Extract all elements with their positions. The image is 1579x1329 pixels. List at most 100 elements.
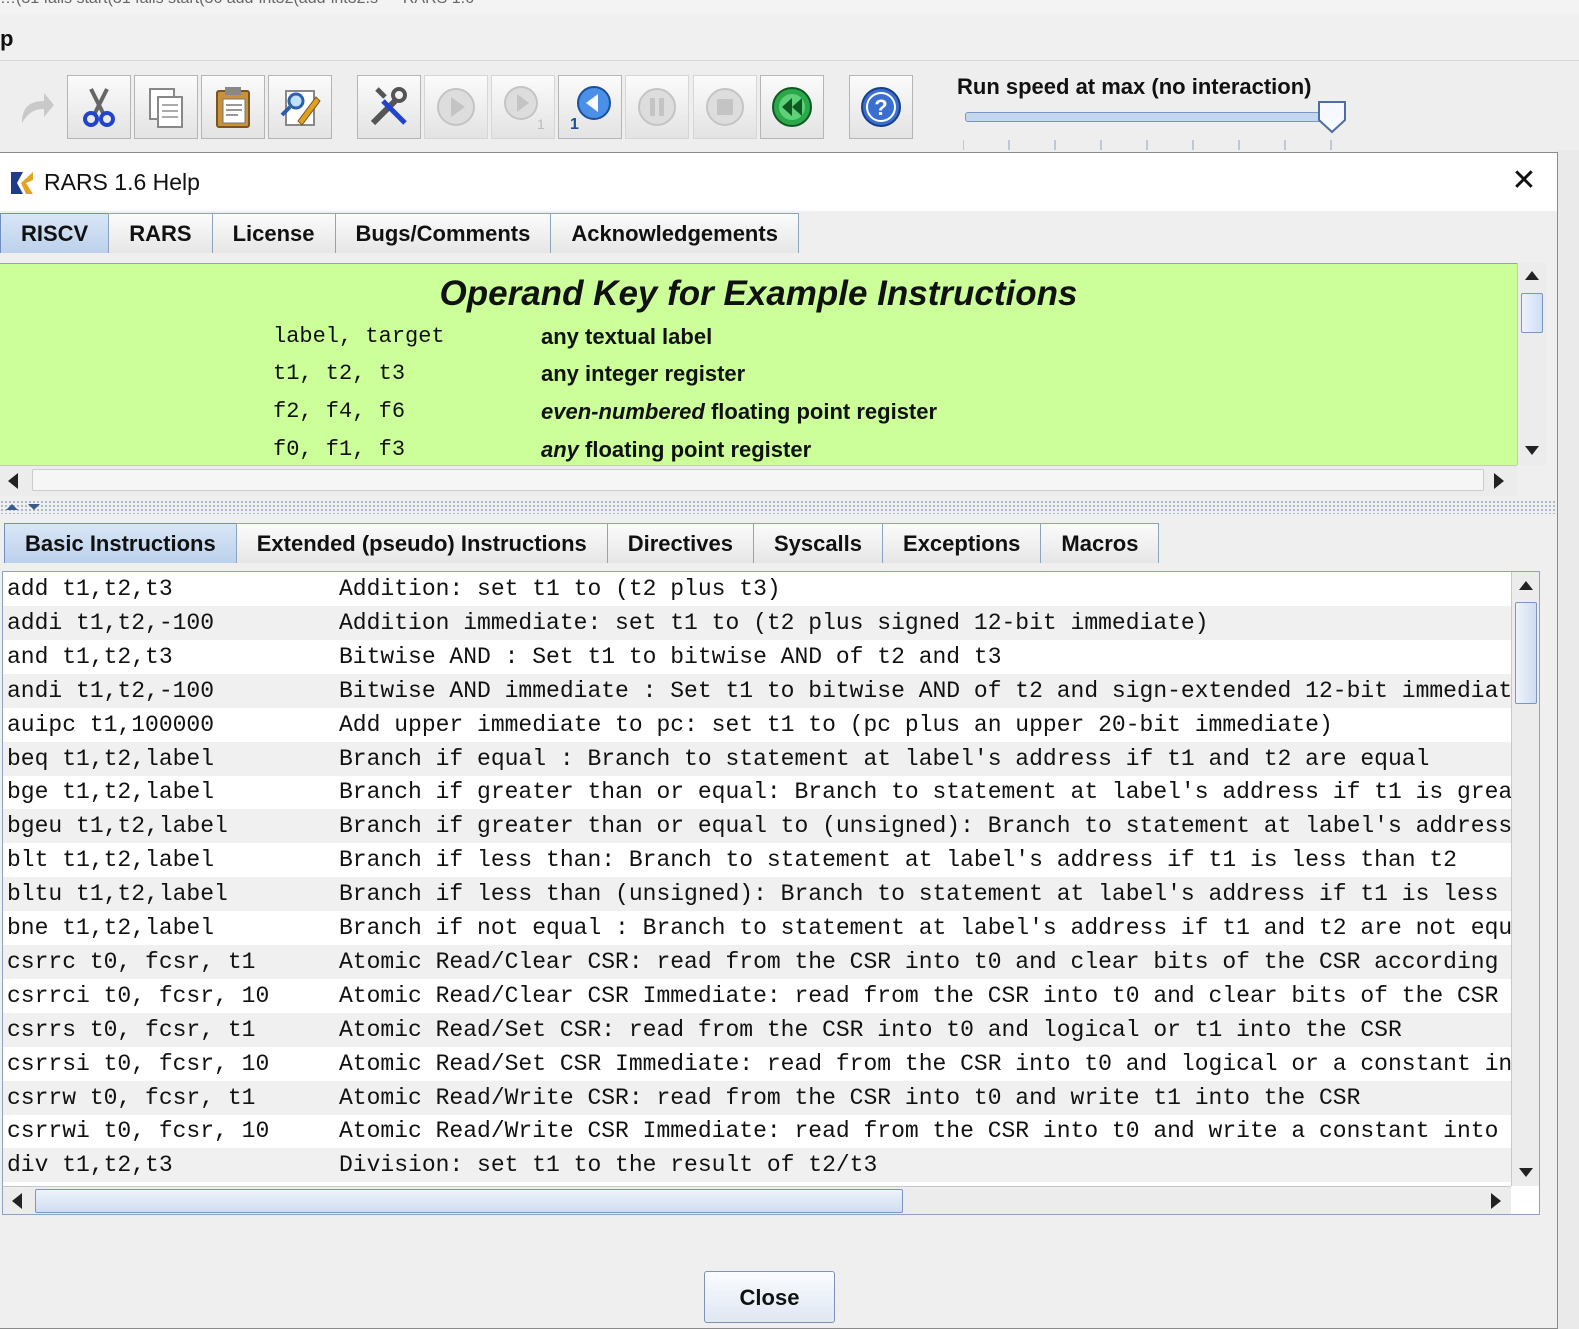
operand-key-hscrollbar[interactable] xyxy=(0,465,1517,496)
tab-extended-instructions[interactable]: Extended (pseudo) Instructions xyxy=(235,523,608,563)
instruction-tabs: Basic Instructions Extended (pseudo) Ins… xyxy=(4,523,1160,563)
assemble-icon[interactable] xyxy=(357,75,421,139)
instruction-row[interactable]: csrrci t0, fcsr, 10 Atomic Read/Clear CSR… xyxy=(3,979,1511,1013)
scroll-right-icon[interactable] xyxy=(1491,1193,1501,1209)
close-button[interactable]: Close xyxy=(704,1271,835,1323)
instruction-description: Atomic Read/Set CSR Immediate: read from… xyxy=(339,1050,1511,1077)
instruction-description: Atomic Read/Clear CSR Immediate: read fr… xyxy=(339,982,1499,1009)
instruction-list: add t1,t2,t3 Addition: set t1 to (t2 plus… xyxy=(2,571,1540,1215)
instruction-row[interactable]: csrrw t0, fcsr, t1 Atomic Read/Write CSR:… xyxy=(3,1080,1511,1115)
scroll-left-icon[interactable] xyxy=(8,473,18,489)
instruction-syntax: bgeu t1,t2,label xyxy=(7,813,228,840)
scroll-up-icon[interactable] xyxy=(1519,581,1533,590)
tab-acknowledgements[interactable]: Acknowledgements xyxy=(550,213,799,253)
find-replace-icon[interactable] xyxy=(268,75,332,139)
operand-key-vscrollbar[interactable] xyxy=(1517,263,1546,465)
instruction-row[interactable]: csrrc t0, fcsr, t1 Atomic Read/Clear CSR:… xyxy=(3,944,1511,979)
instruction-syntax: andi t1,t2,-100 xyxy=(7,677,215,704)
divider-collapse-icon[interactable] xyxy=(4,501,44,513)
instruction-row[interactable]: csrrsi t0, fcsr, 10 Atomic Read/Set CSR I… xyxy=(3,1047,1511,1081)
main-window-title: …(31 fails start(31 fails start(36 add-i… xyxy=(0,0,474,8)
run-speed-ticks xyxy=(963,140,1332,150)
scroll-down-icon[interactable] xyxy=(1525,446,1539,455)
instruction-list-vscrollbar[interactable] xyxy=(1511,572,1539,1186)
instruction-row[interactable]: auipc t1,100000 Add upper immediate to pc… xyxy=(3,708,1511,742)
operand-key-code: f2, f4, f6 xyxy=(273,399,406,424)
cut-icon[interactable] xyxy=(67,75,131,139)
instruction-row[interactable]: add t1,t2,t3 Addition: set t1 to (t2 plus… xyxy=(3,572,1511,606)
run-speed-label: Run speed at max (no interaction) xyxy=(957,74,1312,99)
paste-icon[interactable] xyxy=(201,75,265,139)
instruction-description: Branch if equal : Branch to statement at… xyxy=(339,745,1430,772)
instruction-row[interactable]: bgeu t1,t2,label Branch if greater than o… xyxy=(3,809,1511,844)
dialog-title: RARS 1.6 Help xyxy=(44,169,200,195)
instruction-description: Branch if greater than or equal to (unsi… xyxy=(339,813,1511,840)
pause-icon[interactable] xyxy=(625,75,689,139)
reset-icon[interactable] xyxy=(760,75,824,139)
main-window-title-bar: …(31 fails start(31 fails start(36 add-i… xyxy=(0,0,1579,14)
operand-key-panel: Operand Key for Example Instructions lab… xyxy=(0,263,1517,466)
scroll-down-icon[interactable] xyxy=(1519,1168,1533,1177)
instruction-syntax: bne t1,t2,label xyxy=(7,915,215,941)
instruction-syntax: div t1,t2,t3 xyxy=(7,1152,173,1179)
backstep-icon[interactable]: 1 xyxy=(558,75,622,139)
tab-rars[interactable]: RARS xyxy=(108,213,213,253)
instruction-syntax: and t1,t2,t3 xyxy=(7,643,173,670)
step-icon[interactable]: 1 xyxy=(491,75,555,139)
operand-key-vscroll-thumb[interactable] xyxy=(1521,293,1543,333)
instruction-syntax: auipc t1,100000 xyxy=(7,711,215,738)
instruction-description: Division: set t1 to the result of t2/t3 xyxy=(339,1152,878,1179)
operand-key-hscroll-thumb[interactable] xyxy=(32,469,1484,491)
instruction-row[interactable]: bne t1,t2,label Branch if not equal : Bra… xyxy=(3,911,1511,945)
run-speed-slider[interactable] xyxy=(965,112,1337,122)
scroll-left-icon[interactable] xyxy=(12,1193,22,1209)
help-dialog: RARS 1.6 Help ✕ RISCV RARS License Bugs/… xyxy=(0,152,1558,1329)
operand-key-code: label, target xyxy=(273,324,445,349)
help-top-tabs: RISCV RARS License Bugs/Comments Acknowl… xyxy=(0,213,799,253)
tab-license[interactable]: License xyxy=(211,213,336,253)
instruction-syntax: csrrw t0, fcsr, t1 xyxy=(7,1084,256,1111)
tab-basic-instructions[interactable]: Basic Instructions xyxy=(4,523,237,563)
instruction-syntax: csrrci t0, fcsr, 10 xyxy=(7,982,270,1009)
instruction-syntax: csrrs t0, fcsr, t1 xyxy=(7,1016,256,1043)
tab-syscalls[interactable]: Syscalls xyxy=(752,523,884,563)
instruction-row[interactable]: bltu t1,t2,label Branch if less than (uns… xyxy=(3,877,1511,912)
operand-key-desc: any floating point register xyxy=(541,437,812,462)
stop-icon[interactable] xyxy=(693,75,757,139)
redo-icon[interactable] xyxy=(2,75,66,139)
instruction-syntax: csrrsi t0, fcsr, 10 xyxy=(7,1050,270,1077)
instruction-list-hscrollbar[interactable] xyxy=(3,1186,1511,1214)
instruction-list-vscroll-thumb[interactable] xyxy=(1515,602,1537,704)
run-speed-slider-thumb[interactable] xyxy=(1317,100,1347,134)
instruction-syntax: csrrwi t0, fcsr, 10 xyxy=(7,1118,270,1145)
instruction-list-hscroll-thumb[interactable] xyxy=(35,1189,903,1213)
copy-icon[interactable] xyxy=(134,75,198,139)
run-icon[interactable] xyxy=(424,75,488,139)
menu-help[interactable]: p xyxy=(0,26,13,52)
instruction-description: Bitwise AND : Set t1 to bitwise AND of t… xyxy=(339,643,1002,670)
instruction-description: Atomic Read/Write CSR: read from the CSR… xyxy=(339,1084,1361,1111)
instruction-row[interactable]: csrrs t0, fcsr, t1 Atomic Read/Set CSR: r… xyxy=(3,1012,1511,1047)
split-pane-divider[interactable] xyxy=(0,500,1557,514)
instruction-row[interactable]: andi t1,t2,-100 Bitwise AND immediate : S… xyxy=(3,673,1511,708)
scroll-up-icon[interactable] xyxy=(1525,271,1539,280)
help-icon[interactable]: ? xyxy=(849,75,913,139)
instruction-row[interactable]: addi t1,t2,-100 Addition immediate: set t… xyxy=(3,605,1511,640)
instruction-row[interactable]: bge t1,t2,label Branch if greater than or… xyxy=(3,775,1511,809)
tab-bugs-comments[interactable]: Bugs/Comments xyxy=(334,213,552,253)
instruction-syntax: bltu t1,t2,label xyxy=(7,881,228,908)
scroll-right-icon[interactable] xyxy=(1494,473,1504,489)
operand-key-desc: any integer register xyxy=(541,361,746,386)
tab-exceptions[interactable]: Exceptions xyxy=(882,523,1042,563)
instruction-row[interactable]: beq t1,t2,label Branch if equal : Branch … xyxy=(3,741,1511,776)
tab-macros[interactable]: Macros xyxy=(1040,523,1160,563)
tab-directives[interactable]: Directives xyxy=(606,523,754,563)
instruction-row[interactable]: and t1,t2,t3 Bitwise AND : Set t1 to bitw… xyxy=(3,640,1511,674)
instruction-row[interactable]: csrrwi t0, fcsr, 10 Atomic Read/Write CSR… xyxy=(3,1114,1511,1148)
instruction-row[interactable]: div t1,t2,t3 Division: set t1 to the resu… xyxy=(3,1148,1511,1183)
tab-riscv[interactable]: RISCV xyxy=(0,213,110,253)
instruction-description: Branch if not equal : Branch to statemen… xyxy=(339,915,1511,941)
instruction-description: Bitwise AND immediate : Set t1 to bitwis… xyxy=(339,677,1511,704)
instruction-row[interactable]: blt t1,t2,label Branch if less than: Bran… xyxy=(3,843,1511,877)
dialog-close-icon[interactable]: ✕ xyxy=(1506,163,1542,199)
